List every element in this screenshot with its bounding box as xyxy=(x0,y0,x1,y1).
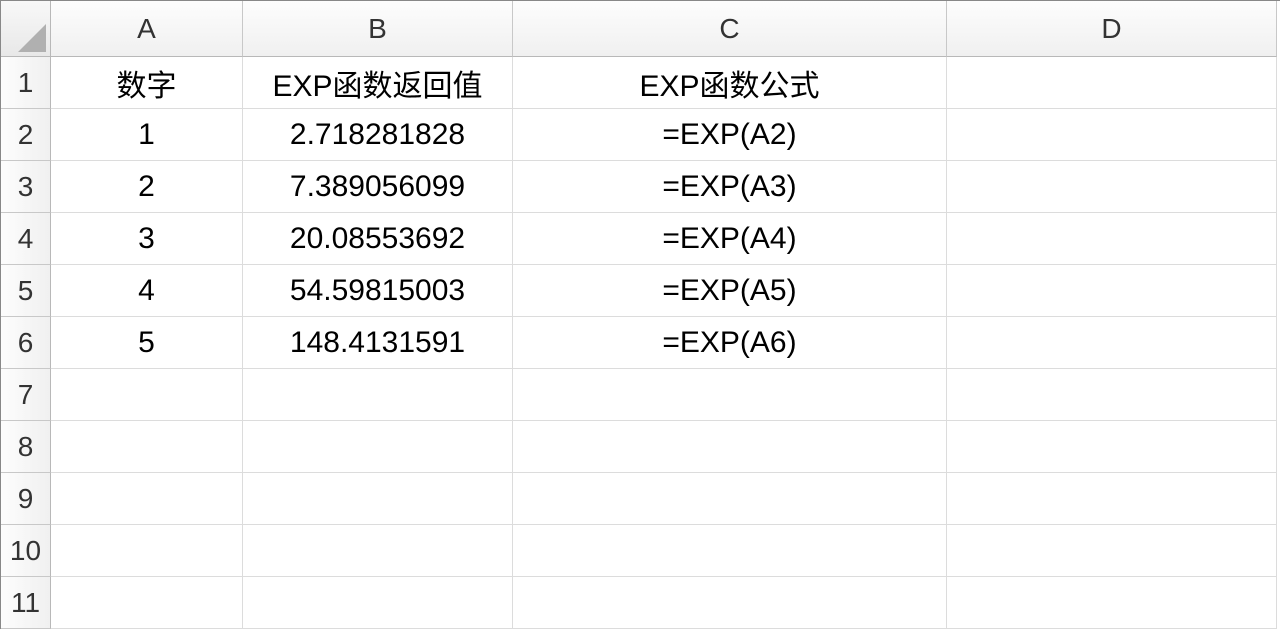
cell-D10[interactable] xyxy=(947,525,1277,577)
cell-D3[interactable] xyxy=(947,161,1277,213)
cell-B4[interactable]: 20.08553692 xyxy=(243,213,513,265)
cell-C8[interactable] xyxy=(513,421,947,473)
cell-A1[interactable]: 数字 xyxy=(51,57,243,109)
cell-D1[interactable] xyxy=(947,57,1277,109)
cell-B8[interactable] xyxy=(243,421,513,473)
cell-A4[interactable]: 3 xyxy=(51,213,243,265)
row-header-11[interactable]: 11 xyxy=(1,577,51,629)
row-header-1[interactable]: 1 xyxy=(1,57,51,109)
cell-C9[interactable] xyxy=(513,473,947,525)
cell-A3[interactable]: 2 xyxy=(51,161,243,213)
row-header-3[interactable]: 3 xyxy=(1,161,51,213)
cell-B5[interactable]: 54.59815003 xyxy=(243,265,513,317)
cell-D2[interactable] xyxy=(947,109,1277,161)
column-header-D[interactable]: D xyxy=(947,1,1277,57)
row-header-6[interactable]: 6 xyxy=(1,317,51,369)
column-header-A[interactable]: A xyxy=(51,1,243,57)
cell-D11[interactable] xyxy=(947,577,1277,629)
cell-D8[interactable] xyxy=(947,421,1277,473)
cell-C7[interactable] xyxy=(513,369,947,421)
cell-C3[interactable]: =EXP(A3) xyxy=(513,161,947,213)
row-header-5[interactable]: 5 xyxy=(1,265,51,317)
cell-B7[interactable] xyxy=(243,369,513,421)
cell-C1[interactable]: EXP函数公式 xyxy=(513,57,947,109)
cell-D4[interactable] xyxy=(947,213,1277,265)
cell-C5[interactable]: =EXP(A5) xyxy=(513,265,947,317)
cell-A10[interactable] xyxy=(51,525,243,577)
cell-D7[interactable] xyxy=(947,369,1277,421)
cell-A9[interactable] xyxy=(51,473,243,525)
cell-D5[interactable] xyxy=(947,265,1277,317)
cell-C6[interactable]: =EXP(A6) xyxy=(513,317,947,369)
cell-B9[interactable] xyxy=(243,473,513,525)
row-header-7[interactable]: 7 xyxy=(1,369,51,421)
cell-C11[interactable] xyxy=(513,577,947,629)
select-all-corner[interactable] xyxy=(1,1,51,57)
cell-B3[interactable]: 7.389056099 xyxy=(243,161,513,213)
spreadsheet-grid: A B C D 1 数字 EXP函数返回值 EXP函数公式 2 1 2.7182… xyxy=(0,0,1280,629)
column-header-C[interactable]: C xyxy=(513,1,947,57)
row-header-4[interactable]: 4 xyxy=(1,213,51,265)
cell-C2[interactable]: =EXP(A2) xyxy=(513,109,947,161)
cell-B10[interactable] xyxy=(243,525,513,577)
cell-B11[interactable] xyxy=(243,577,513,629)
cell-C4[interactable]: =EXP(A4) xyxy=(513,213,947,265)
row-header-2[interactable]: 2 xyxy=(1,109,51,161)
cell-D6[interactable] xyxy=(947,317,1277,369)
cell-B2[interactable]: 2.718281828 xyxy=(243,109,513,161)
cell-B1[interactable]: EXP函数返回值 xyxy=(243,57,513,109)
column-header-B[interactable]: B xyxy=(243,1,513,57)
cell-A11[interactable] xyxy=(51,577,243,629)
cell-A8[interactable] xyxy=(51,421,243,473)
cell-A2[interactable]: 1 xyxy=(51,109,243,161)
cell-B6[interactable]: 148.4131591 xyxy=(243,317,513,369)
cell-A6[interactable]: 5 xyxy=(51,317,243,369)
cell-D9[interactable] xyxy=(947,473,1277,525)
cell-A5[interactable]: 4 xyxy=(51,265,243,317)
row-header-9[interactable]: 9 xyxy=(1,473,51,525)
select-all-icon xyxy=(18,24,46,52)
row-header-10[interactable]: 10 xyxy=(1,525,51,577)
row-header-8[interactable]: 8 xyxy=(1,421,51,473)
cell-C10[interactable] xyxy=(513,525,947,577)
cell-A7[interactable] xyxy=(51,369,243,421)
